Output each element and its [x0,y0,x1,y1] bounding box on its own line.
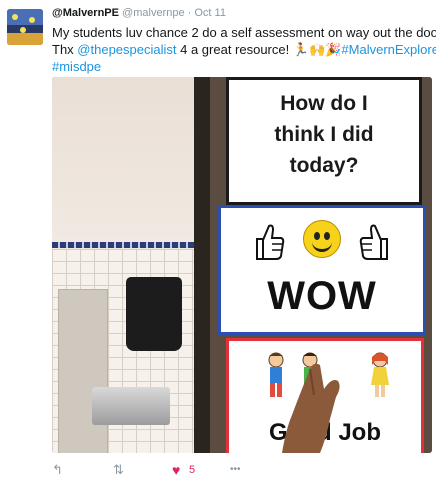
emoji-group: 🏃🙌🎉 [292,42,342,57]
smiley-icon [303,220,341,258]
sign-question-line-3: today? [289,154,359,177]
timestamp[interactable]: Oct 11 [194,7,226,19]
tweet-photo[interactable]: How do I think I did today? WOW Job [52,77,432,453]
door-frame [194,77,210,453]
sink [92,387,170,425]
display-name[interactable]: @MalvernPE [52,7,119,19]
hashtag-malvernexplorers[interactable]: #MalvernExplorers [341,42,436,57]
hashtag-misdpe[interactable]: #misdpe [52,59,101,74]
like-count: 5 [189,464,196,476]
user-handle[interactable]: @malvernpe [122,7,185,19]
kid-figure-icon [371,352,389,397]
heart-icon[interactable]: ♥ [172,462,180,478]
tweet-line-3: #misdpe [52,58,432,75]
tweet-header: @MalvernPE @malvernpe · Oct 11 [52,7,226,19]
wall-panel [58,289,108,453]
reply-icon[interactable]: ↰ [52,462,63,478]
tweet-line-2: Thx @thepespecialist 4 a great resource!… [52,41,436,58]
tile-stripe [52,242,202,248]
sign-question-line-1: How do I [280,92,368,115]
resource-text: 4 a great resource! [176,42,293,57]
thumbs-up-left-icon [256,224,285,260]
more-icon[interactable]: ••• [230,464,241,475]
sign-question: How do I think I did today? [226,77,422,205]
towel-dispenser [126,277,182,351]
thumbs-up-right-icon [359,224,388,260]
thanks-text: Thx [52,42,78,57]
separator: · [187,7,192,19]
sign-question-line-2: think I did [274,123,374,146]
mention-link[interactable]: @thepespecialist [77,42,176,57]
avatar[interactable] [7,9,43,45]
tweet-line-1: My students luv chance 2 do a self asses… [52,25,436,40]
sign-wow: WOW [218,205,426,335]
retweet-icon[interactable]: ⇅ [113,462,124,478]
tweet-text: My students luv chance 2 do a self asses… [52,24,436,75]
tweet: @MalvernPE @malvernpe · Oct 11 My studen… [0,0,436,483]
student-hand [282,363,340,453]
sign-wow-text: WOW [267,274,377,318]
